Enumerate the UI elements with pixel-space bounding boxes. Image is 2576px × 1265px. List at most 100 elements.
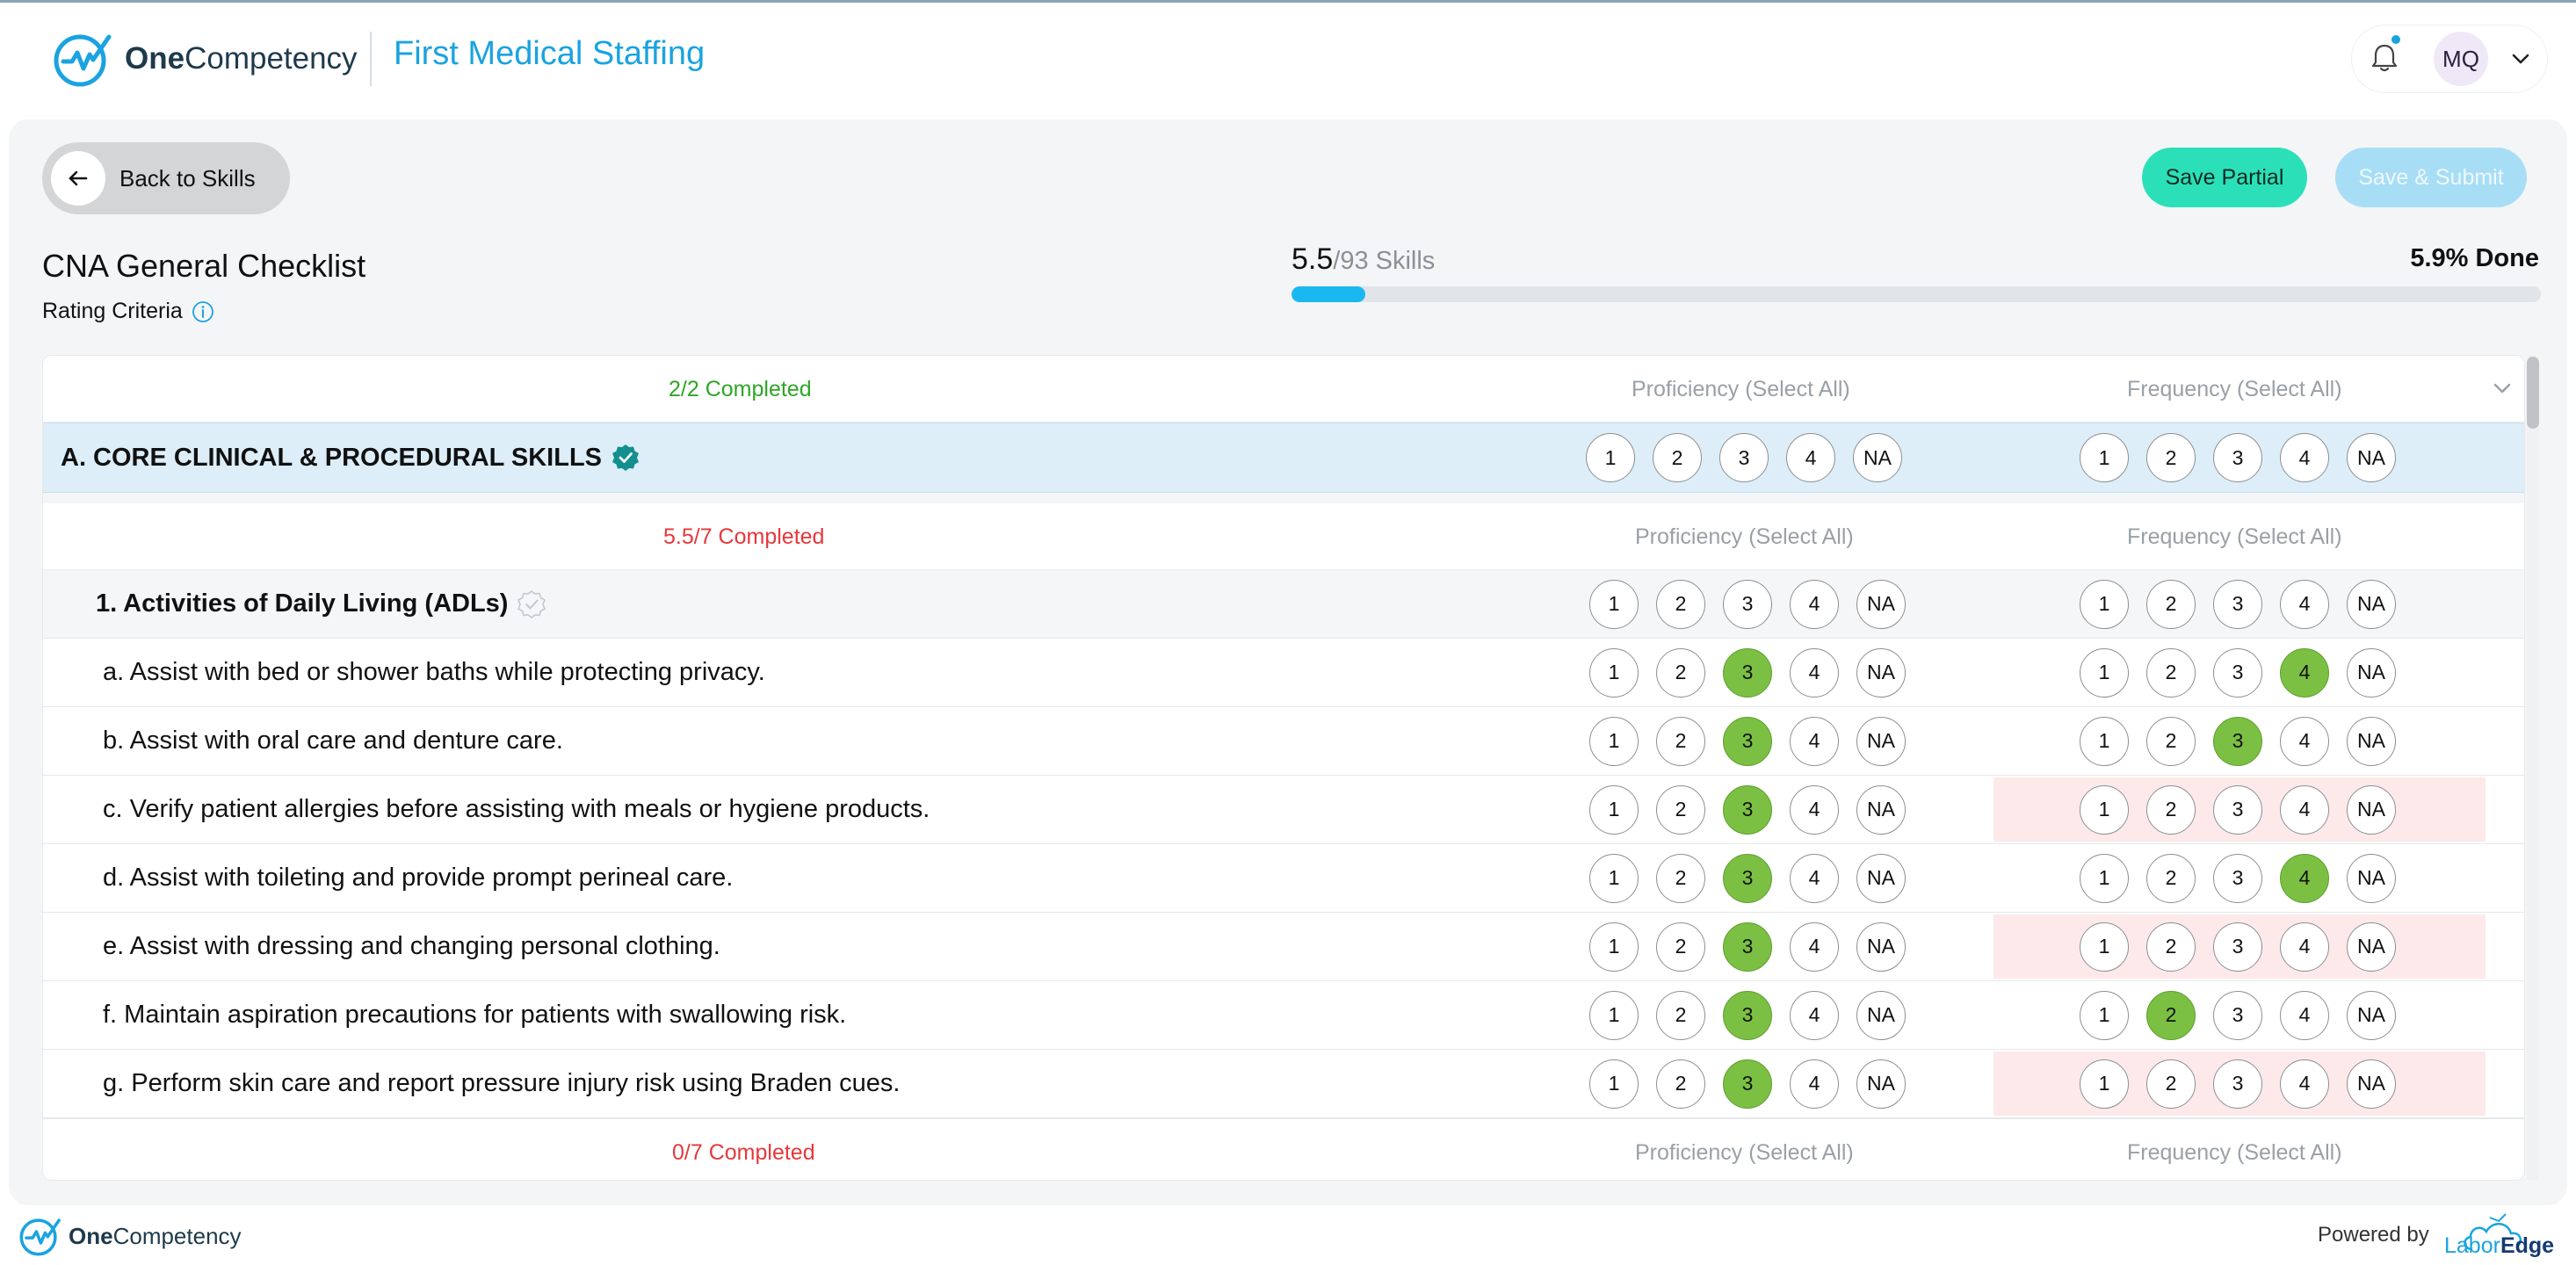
chevron-down-icon[interactable] <box>2509 47 2532 70</box>
frequency-option-4[interactable]: 4 <box>2280 990 2329 1040</box>
proficiency-select-all[interactable]: Proficiency (Select All) <box>1632 356 1850 423</box>
save-partial-button[interactable]: Save Partial <box>2142 148 2307 207</box>
frequency-option-na[interactable]: NA <box>2347 853 2396 903</box>
proficiency-option-na[interactable]: NA <box>1856 1059 1906 1109</box>
frequency-option-4[interactable]: 4 <box>2280 1059 2329 1109</box>
frequency-option-3[interactable]: 3 <box>2213 990 2262 1040</box>
frequency-option-na[interactable]: NA <box>2347 716 2396 766</box>
proficiency-option-na[interactable]: NA <box>1856 784 1906 835</box>
proficiency-option-4[interactable]: 4 <box>1790 647 1839 698</box>
proficiency-option-4[interactable]: 4 <box>1790 922 1839 972</box>
sub-frequency-option-4[interactable]: 4 <box>2280 579 2329 629</box>
onecompetency-logo[interactable]: OneCompetency <box>51 28 358 90</box>
bell-icon[interactable] <box>2367 40 2402 76</box>
frequency-option-na[interactable]: NA <box>2347 990 2396 1040</box>
sub-frequency-option-3[interactable]: 3 <box>2213 579 2262 629</box>
save-submit-button[interactable]: Save & Submit <box>2335 148 2527 207</box>
proficiency-option-1[interactable]: 1 <box>1589 922 1639 972</box>
frequency-option-2[interactable]: 2 <box>2146 647 2196 698</box>
proficiency-select-all[interactable]: Proficiency (Select All) <box>1635 503 1854 570</box>
sub-proficiency-option-3[interactable]: 3 <box>1723 579 1772 629</box>
frequency-select-all[interactable]: Frequency (Select All) <box>2127 1119 2342 1180</box>
frequency-option-1[interactable]: 1 <box>2080 990 2129 1040</box>
frequency-option-4[interactable]: 4 <box>2280 716 2329 766</box>
sub-frequency-option-na[interactable]: NA <box>2347 579 2396 629</box>
frequency-option-3[interactable]: 3 <box>2213 1059 2262 1109</box>
proficiency-option-4[interactable]: 4 <box>1790 853 1839 903</box>
proficiency-option-1[interactable]: 1 <box>1589 1059 1639 1109</box>
frequency-option-2[interactable]: 2 <box>2146 784 2196 835</box>
avatar[interactable]: MQ <box>2434 32 2488 86</box>
proficiency-option-na[interactable]: NA <box>1856 990 1906 1040</box>
proficiency-option-na[interactable]: NA <box>1856 922 1906 972</box>
frequency-option-1[interactable]: 1 <box>2080 922 2129 972</box>
frequency-option-4[interactable]: 4 <box>2280 647 2329 698</box>
frequency-option-4[interactable]: 4 <box>2280 922 2329 972</box>
frequency-option-2[interactable]: 2 <box>2146 853 2196 903</box>
frequency-option-na[interactable]: NA <box>2347 922 2396 972</box>
frequency-option-1[interactable]: 1 <box>2080 1059 2129 1109</box>
section-frequency-option-4[interactable]: 4 <box>2280 433 2329 482</box>
proficiency-option-3[interactable]: 3 <box>1723 647 1772 698</box>
proficiency-option-2[interactable]: 2 <box>1656 1059 1705 1109</box>
proficiency-option-4[interactable]: 4 <box>1790 784 1839 835</box>
section-proficiency-option-1[interactable]: 1 <box>1586 433 1635 482</box>
frequency-option-na[interactable]: NA <box>2347 784 2396 835</box>
proficiency-option-na[interactable]: NA <box>1856 716 1906 766</box>
frequency-option-na[interactable]: NA <box>2347 1059 2396 1109</box>
frequency-option-1[interactable]: 1 <box>2080 716 2129 766</box>
info-icon[interactable] <box>192 300 214 323</box>
chevron-down-icon[interactable] <box>2489 375 2515 401</box>
proficiency-option-2[interactable]: 2 <box>1656 853 1705 903</box>
frequency-option-1[interactable]: 1 <box>2080 647 2129 698</box>
frequency-option-3[interactable]: 3 <box>2213 647 2262 698</box>
back-to-skills-button[interactable]: Back to Skills <box>42 142 290 214</box>
proficiency-option-3[interactable]: 3 <box>1723 922 1772 972</box>
proficiency-option-2[interactable]: 2 <box>1656 784 1705 835</box>
frequency-option-3[interactable]: 3 <box>2213 922 2262 972</box>
proficiency-option-3[interactable]: 3 <box>1723 1059 1772 1109</box>
proficiency-option-1[interactable]: 1 <box>1589 853 1639 903</box>
section-frequency-option-1[interactable]: 1 <box>2080 433 2129 482</box>
proficiency-option-1[interactable]: 1 <box>1589 716 1639 766</box>
proficiency-option-3[interactable]: 3 <box>1723 784 1772 835</box>
section-proficiency-option-3[interactable]: 3 <box>1719 433 1769 482</box>
frequency-option-2[interactable]: 2 <box>2146 922 2196 972</box>
sub-proficiency-option-4[interactable]: 4 <box>1790 579 1839 629</box>
proficiency-option-na[interactable]: NA <box>1856 853 1906 903</box>
proficiency-option-2[interactable]: 2 <box>1656 647 1705 698</box>
frequency-option-3[interactable]: 3 <box>2213 716 2262 766</box>
frequency-select-all[interactable]: Frequency (Select All) <box>2127 356 2342 423</box>
sub-frequency-option-1[interactable]: 1 <box>2080 579 2129 629</box>
scrollbar-thumb[interactable] <box>2527 357 2539 429</box>
proficiency-option-3[interactable]: 3 <box>1723 716 1772 766</box>
proficiency-option-4[interactable]: 4 <box>1790 990 1839 1040</box>
frequency-option-1[interactable]: 1 <box>2080 784 2129 835</box>
proficiency-option-na[interactable]: NA <box>1856 647 1906 698</box>
section-proficiency-option-2[interactable]: 2 <box>1653 433 1702 482</box>
sub-proficiency-option-1[interactable]: 1 <box>1589 579 1639 629</box>
frequency-option-3[interactable]: 3 <box>2213 853 2262 903</box>
frequency-option-na[interactable]: NA <box>2347 647 2396 698</box>
section-proficiency-option-na[interactable]: NA <box>1853 433 1902 482</box>
proficiency-option-1[interactable]: 1 <box>1589 647 1639 698</box>
frequency-option-2[interactable]: 2 <box>2146 716 2196 766</box>
proficiency-option-1[interactable]: 1 <box>1589 784 1639 835</box>
frequency-option-3[interactable]: 3 <box>2213 784 2262 835</box>
table-scrollbar[interactable] <box>2527 355 2539 1181</box>
frequency-select-all[interactable]: Frequency (Select All) <box>2127 503 2342 570</box>
section-frequency-option-na[interactable]: NA <box>2347 433 2396 482</box>
sub-proficiency-option-2[interactable]: 2 <box>1656 579 1705 629</box>
proficiency-option-2[interactable]: 2 <box>1656 990 1705 1040</box>
section-frequency-option-2[interactable]: 2 <box>2146 433 2196 482</box>
proficiency-option-1[interactable]: 1 <box>1589 990 1639 1040</box>
frequency-option-4[interactable]: 4 <box>2280 853 2329 903</box>
proficiency-option-3[interactable]: 3 <box>1723 853 1772 903</box>
frequency-option-4[interactable]: 4 <box>2280 784 2329 835</box>
proficiency-option-4[interactable]: 4 <box>1790 1059 1839 1109</box>
proficiency-option-2[interactable]: 2 <box>1656 922 1705 972</box>
section-frequency-option-3[interactable]: 3 <box>2213 433 2262 482</box>
proficiency-select-all[interactable]: Proficiency (Select All) <box>1635 1119 1854 1180</box>
frequency-option-2[interactable]: 2 <box>2146 990 2196 1040</box>
sub-frequency-option-2[interactable]: 2 <box>2146 579 2196 629</box>
